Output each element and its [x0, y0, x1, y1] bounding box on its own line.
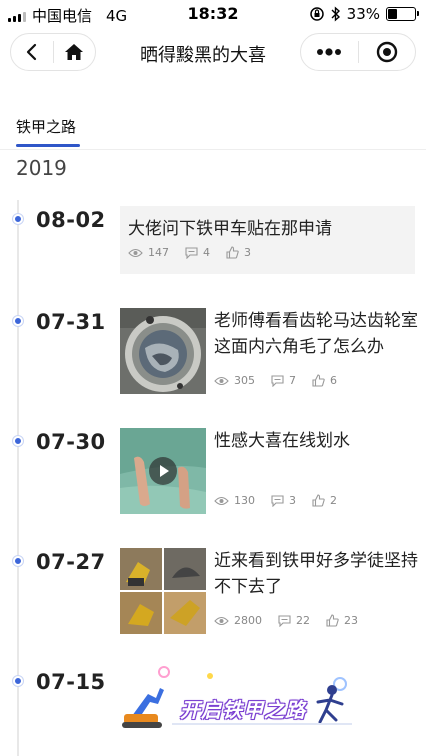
comment-count: 3 — [289, 494, 296, 507]
post-card[interactable]: 大佬问下铁甲车贴在那申请 147 4 3 — [120, 206, 415, 274]
post-title: 大佬问下铁甲车贴在那申请 — [128, 219, 332, 239]
post-thumbnail[interactable] — [120, 308, 206, 394]
post-date: 07-15 — [36, 670, 106, 694]
eye-icon — [214, 496, 229, 505]
play-icon — [149, 457, 177, 485]
orientation-lock-icon — [309, 7, 324, 21]
thumb-up-icon — [326, 614, 339, 627]
tab-active-indicator — [16, 144, 80, 147]
page-title: 晒得黢黑的大喜 — [140, 45, 266, 66]
thumb-up-icon — [312, 374, 325, 387]
thumb-up-icon — [226, 246, 239, 259]
comment-icon — [278, 614, 291, 627]
timeline-dot — [13, 436, 23, 446]
timeline-dot — [13, 676, 23, 686]
close-target-icon — [376, 41, 397, 63]
battery-percent: 33% — [346, 5, 380, 23]
more-button[interactable] — [301, 34, 358, 70]
post-title: 性感大喜在线划水 — [214, 431, 350, 451]
promo-banner[interactable]: 开启铁甲之路 — [120, 664, 364, 730]
post-date: 07-30 — [36, 430, 106, 454]
post-stats: 147 4 3 — [128, 246, 407, 259]
like-count: 6 — [330, 374, 337, 387]
like-count: 2 — [330, 494, 337, 507]
timeline-dot — [13, 214, 23, 224]
timeline-dot — [13, 316, 23, 326]
post-stats: 305 7 6 — [214, 374, 419, 387]
more-dots-icon — [317, 48, 342, 56]
battery-icon — [386, 7, 419, 21]
post-stats: 2800 22 23 — [214, 614, 419, 627]
chevron-left-icon — [26, 43, 36, 61]
eye-icon — [128, 248, 143, 257]
nav-capsule-right — [300, 33, 416, 71]
like-count: 3 — [244, 246, 251, 259]
post-title: 近来看到铁甲好多学徒坚持不下去了 — [214, 551, 418, 597]
status-bar: 中国电信 4G 18:32 33% — [0, 0, 426, 28]
thumb-up-icon — [312, 494, 325, 507]
eye-icon — [214, 376, 229, 385]
tab-tiejia-road[interactable]: 铁甲之路 — [16, 116, 76, 137]
comment-icon — [185, 246, 198, 259]
view-count: 305 — [234, 374, 255, 387]
view-count: 147 — [148, 246, 169, 259]
comment-icon — [271, 374, 284, 387]
comment-count: 22 — [296, 614, 310, 627]
post-date: 07-27 — [36, 550, 106, 574]
comment-icon — [271, 494, 284, 507]
view-count: 130 — [234, 494, 255, 507]
timeline-dot — [13, 556, 23, 566]
comment-count: 7 — [289, 374, 296, 387]
post-card[interactable]: 性感大喜在线划水 130 3 2 — [120, 428, 415, 514]
eye-icon — [214, 616, 229, 625]
post-card[interactable]: 老师傅看看齿轮马达齿轮室这面内六角毛了怎么办 305 7 6 — [120, 308, 418, 394]
post-thumbnail[interactable] — [120, 548, 206, 634]
post-card[interactable]: 近来看到铁甲好多学徒坚持不下去了 2800 22 23 — [120, 548, 418, 634]
back-button[interactable] — [11, 34, 53, 70]
home-button[interactable] — [54, 34, 96, 70]
nav-bar: 晒得黢黑的大喜 — [0, 28, 426, 80]
home-icon — [65, 44, 84, 60]
comment-count: 4 — [203, 246, 210, 259]
timeline-line — [17, 200, 19, 756]
bluetooth-icon — [331, 6, 340, 22]
tab-bar: 铁甲之路 — [0, 110, 426, 150]
nav-capsule-left — [10, 33, 96, 71]
banner-text: 开启铁甲之路 — [180, 698, 306, 722]
close-button[interactable] — [359, 34, 416, 70]
like-count: 23 — [344, 614, 358, 627]
post-stats: 130 3 2 — [214, 494, 419, 507]
view-count: 2800 — [234, 614, 262, 627]
post-date: 07-31 — [36, 310, 106, 334]
post-video-thumbnail[interactable] — [120, 428, 206, 514]
year-heading: 2019 — [16, 156, 67, 180]
post-date: 08-02 — [36, 208, 106, 232]
post-title: 老师傅看看齿轮马达齿轮室这面内六角毛了怎么办 — [214, 311, 418, 357]
